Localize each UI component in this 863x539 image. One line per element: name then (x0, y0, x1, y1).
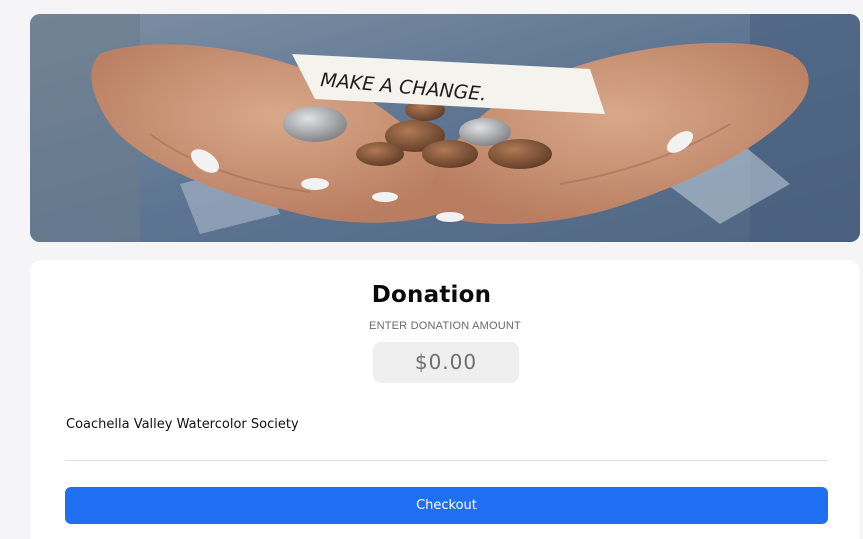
divider (65, 460, 827, 461)
hero-image: MAKE A CHANGE. (30, 14, 860, 242)
donation-amount-input[interactable] (373, 342, 519, 383)
checkout-button[interactable]: Checkout (65, 487, 828, 524)
organization-name: Coachella Valley Watercolor Society (66, 417, 299, 432)
amount-label: ENTER DONATION AMOUNT (369, 320, 521, 332)
page-title: Donation (371, 282, 492, 308)
donation-page: MAKE A CHANGE. Donation ENTER DONATION A… (0, 0, 863, 539)
